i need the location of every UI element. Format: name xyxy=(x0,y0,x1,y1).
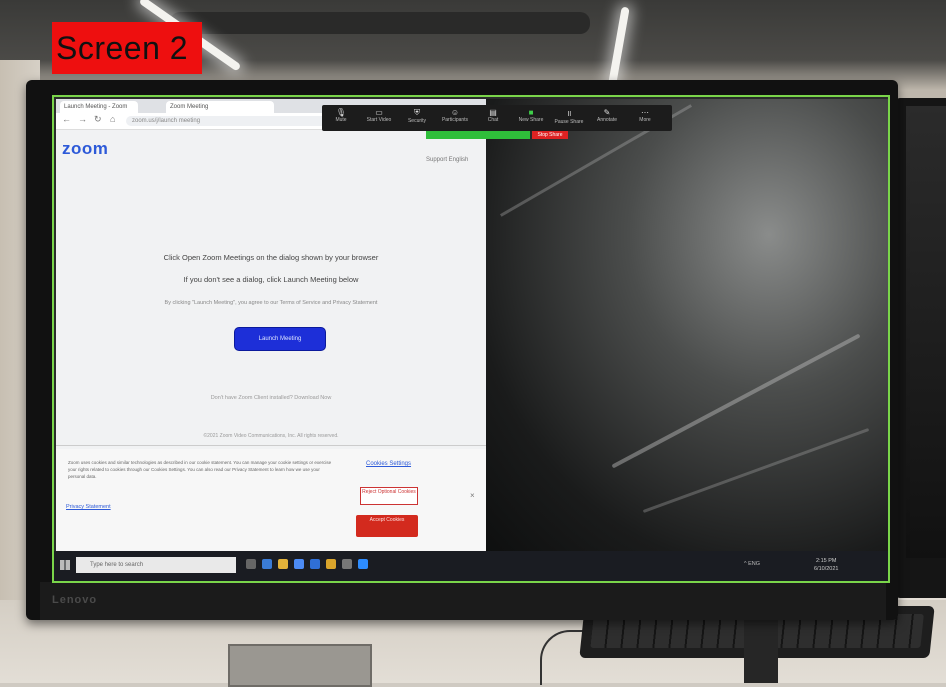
microphone-icon: 🎙 xyxy=(335,108,347,117)
zoom-logo: zoom xyxy=(62,139,109,158)
toolbar-mute[interactable]: 🎙 Mute xyxy=(326,108,356,123)
browser-tab-zoom[interactable]: Zoom Meeting xyxy=(166,101,274,113)
copyright-footer: ©2021 Zoom Video Communications, Inc. Al… xyxy=(203,433,339,439)
home-icon[interactable]: ⌂ xyxy=(110,114,115,124)
reject-cookies-button[interactable]: Reject Optional Cookies xyxy=(360,487,418,505)
participants-icon: ☺ xyxy=(450,108,460,117)
outlook-icon[interactable] xyxy=(310,559,320,569)
system-tray[interactable]: ^ ENG xyxy=(744,561,760,567)
accept-cookies-button[interactable]: Accept Cookies xyxy=(356,515,418,537)
sharing-indicator xyxy=(426,131,530,139)
second-monitor xyxy=(896,98,946,598)
taskbar: Type here to search ^ ENG 2:15 PM 6/10/2… xyxy=(54,551,888,581)
chat-icon: ▤ xyxy=(489,108,497,117)
pause-icon: ॥ xyxy=(566,109,572,118)
chrome-icon[interactable] xyxy=(294,559,304,569)
header-links[interactable]: Support English xyxy=(426,157,468,163)
zoom-app-icon[interactable] xyxy=(358,559,368,569)
windows-start-icon[interactable] xyxy=(60,560,70,570)
toolbar-annotate[interactable]: ✎ Annotate xyxy=(592,108,622,123)
clock-time: 2:15 PM xyxy=(815,558,837,564)
monitor-brand: Lenovo xyxy=(52,594,98,606)
privacy-statement-link[interactable]: Privacy Statement xyxy=(66,504,111,510)
download-help-text[interactable]: Don't have Zoom Client installed? Downlo… xyxy=(56,395,486,401)
browser-window: Launch Meeting - Zoom Zoom Meeting ← → ↻… xyxy=(56,99,486,553)
cookie-banner: Zoom uses cookies and similar technologi… xyxy=(56,449,486,553)
monitor-screen: Launch Meeting - Zoom Zoom Meeting ← → ↻… xyxy=(52,95,890,583)
forward-icon[interactable]: → xyxy=(78,114,87,124)
zoom-meeting-toolbar: 🎙 Mute ▭ Start Video ⛨ Security ☺ Participan… xyxy=(322,105,672,131)
camera-view xyxy=(486,99,888,551)
divider xyxy=(56,445,486,446)
camera-icon: ▭ xyxy=(375,108,383,117)
reload-icon[interactable]: ↻ xyxy=(94,114,102,125)
desk-box xyxy=(228,644,372,687)
launch-meeting-button[interactable]: Launch Meeting xyxy=(234,327,326,351)
stop-share-button[interactable]: Stop Share xyxy=(532,131,568,139)
instruction-line-1: Click Open Zoom Meetings on the dialog s… xyxy=(163,253,379,262)
toolbar-new-share[interactable]: ■ New Share xyxy=(516,108,546,123)
monitor-chin xyxy=(40,582,886,620)
settings-icon[interactable] xyxy=(342,559,352,569)
cookie-text: Zoom uses cookies and similar technologi… xyxy=(68,460,332,479)
more-icon: ⋯ xyxy=(641,108,649,117)
toolbar-security[interactable]: ⛨ Security xyxy=(402,108,432,124)
close-icon[interactable]: × xyxy=(470,491,475,500)
toolbar-pause-share[interactable]: ॥ Pause Share xyxy=(554,108,584,125)
clock-date: 6/10/2021 xyxy=(814,566,839,572)
taskbar-search-input[interactable]: Type here to search xyxy=(76,557,236,573)
file-explorer-icon[interactable] xyxy=(278,559,288,569)
edge-icon[interactable] xyxy=(262,559,272,569)
task-view-icon[interactable] xyxy=(246,559,256,569)
toolbar-more[interactable]: ⋯ More xyxy=(630,108,660,123)
pen-icon: ✎ xyxy=(603,108,611,117)
url-field[interactable]: zoom.us/j/launch meeting xyxy=(126,116,352,126)
ceiling-pipe xyxy=(170,12,590,34)
terms-notice: By clicking "Launch Meeting", you agree … xyxy=(164,300,378,306)
instruction-line-2: If you don't see a dialog, click Launch … xyxy=(183,275,359,284)
toolbar-video[interactable]: ▭ Start Video xyxy=(364,108,394,123)
cookies-settings-link[interactable]: Cookies Settings xyxy=(366,461,411,467)
back-icon[interactable]: ← xyxy=(62,114,71,124)
toolbar-participants[interactable]: ☺ Participants xyxy=(440,108,470,123)
toolbar-chat[interactable]: ▤ Chat xyxy=(478,108,508,123)
screen-label: Screen 2 xyxy=(56,30,189,66)
share-icon: ■ xyxy=(528,108,534,117)
shield-icon: ⛨ xyxy=(414,108,420,117)
folder-icon[interactable] xyxy=(326,559,336,569)
taskbar-clock[interactable]: 2:15 PM 6/10/2021 xyxy=(814,557,838,573)
browser-tab-launch[interactable]: Launch Meeting - Zoom xyxy=(60,101,138,113)
